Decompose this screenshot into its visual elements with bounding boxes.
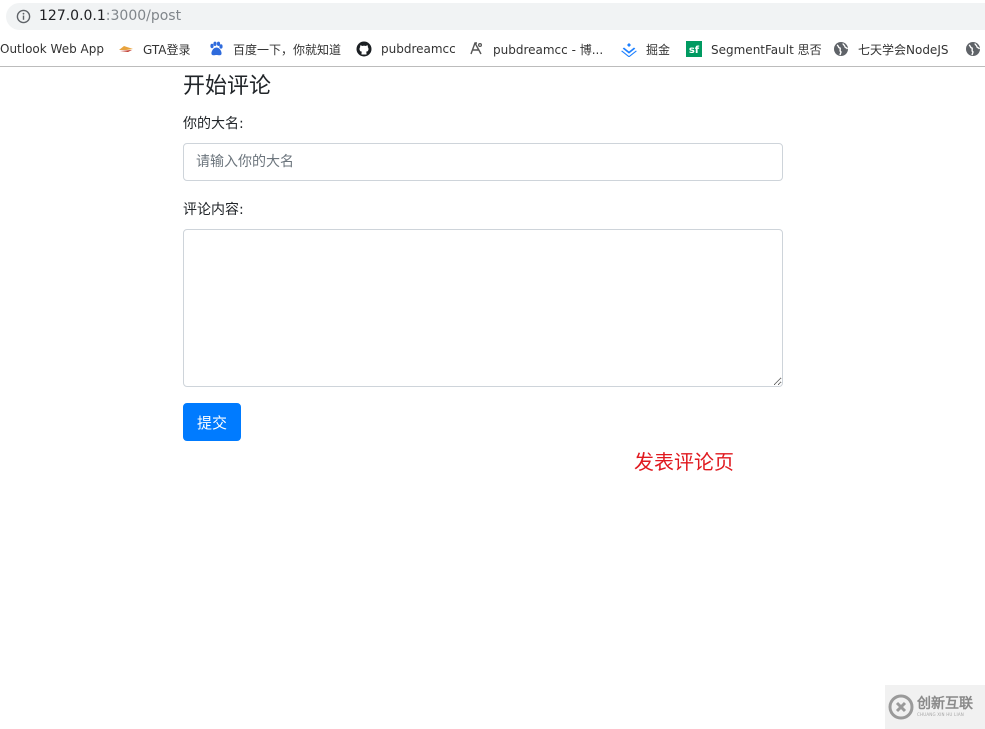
baidu-paw-icon — [210, 41, 223, 56]
bookmark-label: SegmentFault 思否 — [711, 42, 822, 57]
globe-icon — [834, 42, 849, 56]
bookmark-segmentfault[interactable]: sf SegmentFault 思否 — [686, 40, 822, 58]
bookmarks-bar: Outlook Web App GTA登录 百度一下，你就知道 pubdream… — [0, 32, 985, 67]
bookmark-label: 百度一下，你就知道 — [233, 42, 342, 57]
gta-icon — [119, 46, 133, 52]
content-textarea[interactable] — [183, 229, 783, 387]
bookmark-overflow[interactable] — [965, 40, 985, 58]
bookmark-baidu[interactable]: 百度一下，你就知道 — [208, 40, 341, 58]
omnibox[interactable]: 127.0.0.1:3000/post — [6, 3, 985, 30]
svg-text:sf: sf — [689, 45, 700, 56]
bookmark-outlook-web-app[interactable]: Outlook Web App — [0, 40, 104, 58]
info-icon[interactable] — [16, 9, 31, 24]
bookmark-label: 掘金 — [646, 42, 671, 57]
bookmark-label: GTA登录 — [143, 42, 191, 57]
bookmark-pubdreamcc-github[interactable]: pubdreamcc — [356, 40, 456, 58]
url-path: :3000/post — [105, 8, 182, 24]
bookmark-gta-login[interactable]: GTA登录 — [118, 40, 190, 58]
bookmark-juejin[interactable]: 掘金 — [621, 40, 670, 58]
page-annotation: 发表评论页 — [634, 450, 734, 474]
github-icon — [356, 41, 372, 57]
url-host: 127.0.0.1 — [39, 8, 106, 24]
name-input[interactable] — [183, 143, 783, 181]
watermark-logo-icon — [888, 694, 914, 720]
bookmark-nodejs-7days[interactable]: 七天学会NodeJS — [833, 40, 948, 58]
bookmark-label: pubdreamcc — [381, 42, 456, 56]
content-label: 评论内容: — [183, 202, 244, 218]
watermark: 创新互联 CHUANG XIN HU LIAN — [885, 685, 985, 729]
juejin-icon — [621, 43, 637, 57]
globe-icon — [966, 42, 981, 56]
segmentfault-icon: sf — [686, 41, 702, 57]
watermark-cn: 创新互联 — [917, 696, 973, 712]
url-text[interactable]: 127.0.0.1:3000/post — [39, 8, 181, 25]
bookmark-pubdreamcc-blog[interactable]: pubdreamcc - 博... — [468, 40, 603, 58]
bookmark-label: 七天学会NodeJS — [858, 42, 949, 57]
name-label: 你的大名: — [183, 116, 244, 132]
bookmark-label: Outlook Web App — [0, 42, 104, 56]
page-title: 开始评论 — [183, 74, 272, 99]
submit-button[interactable]: 提交 — [183, 403, 241, 441]
bookmark-label: pubdreamcc - 博... — [493, 42, 604, 57]
watermark-text: 创新互联 CHUANG XIN HU LIAN — [917, 697, 973, 717]
address-bar: 127.0.0.1:3000/post — [0, 0, 985, 32]
watermark-en: CHUANG XIN HU LIAN — [917, 712, 964, 717]
blog-icon — [470, 42, 483, 55]
